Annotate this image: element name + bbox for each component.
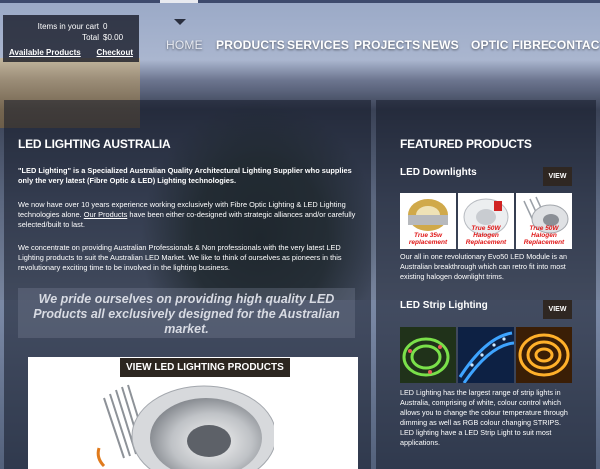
strip-lighting-description: LED Lighting has the largest range of st… xyxy=(400,388,568,447)
strip-lighting-view-button[interactable]: VIEW xyxy=(543,300,572,319)
cart-items-count: 0 xyxy=(103,22,108,31)
nav-active-arrow-icon xyxy=(174,19,186,25)
downlight-thumbnails: True 35w replacement True 50W Halogen Re… xyxy=(400,193,572,249)
downlight-thumb-2[interactable]: True 50W Halogen Replacement xyxy=(458,193,514,249)
view-led-products-button[interactable]: VIEW LED LIGHTING PRODUCTS xyxy=(120,358,290,377)
cart-items-label: Items in your cart xyxy=(37,22,99,31)
intro-paragraph-3: We concentrate on providing Australian P… xyxy=(18,243,342,272)
nav-item-services[interactable]: SERVICES xyxy=(287,38,349,52)
intro-paragraph-2: We now have over 10 years experience wor… xyxy=(18,200,358,230)
strip-thumb-blue[interactable] xyxy=(458,327,514,383)
green-strip-image xyxy=(400,327,456,383)
strip-thumbnails xyxy=(400,327,572,383)
downlight-caption-2: True 50W Halogen Replacement xyxy=(465,225,507,246)
downlight-thumb-3[interactable]: True 50W Halogen Replacement xyxy=(516,193,572,249)
main-nav: HOME PRODUCTS SERVICES PROJECTS NEWS OPT… xyxy=(0,38,600,56)
downlights-description: Our all in one revolutionary Evo50 LED M… xyxy=(400,252,568,281)
featured-products-title: FEATURED PRODUCTS xyxy=(400,137,532,151)
intro-panel: LED LIGHTING AUSTRALIA "LED Lighting" is… xyxy=(4,100,371,469)
downlights-title: LED Downlights xyxy=(400,167,477,178)
pride-quote: We pride ourselves on providing high qua… xyxy=(18,288,355,338)
nav-item-contact[interactable]: CONTACT xyxy=(548,38,600,52)
nav-item-optic-fibre[interactable]: OPTIC FIBRE xyxy=(471,38,549,52)
downlight-product-image xyxy=(96,384,274,469)
strip-thumb-green[interactable] xyxy=(400,327,456,383)
amber-strip-image xyxy=(516,327,572,383)
intro-paragraph-1: "LED Lighting" is a Specialized Australi… xyxy=(18,166,352,185)
strip-lighting-title: LED Strip Lighting xyxy=(400,300,488,311)
intro-title: LED LIGHTING AUSTRALIA xyxy=(18,137,171,151)
nav-item-projects[interactable]: PROJECTS xyxy=(354,38,420,52)
downlight-caption-1: True 35w replacement xyxy=(408,232,448,246)
our-products-link[interactable]: Our Products xyxy=(84,210,128,219)
downlight-thumb-1[interactable]: True 35w replacement xyxy=(400,193,456,249)
nav-active-marker xyxy=(160,0,198,3)
nav-item-home[interactable]: HOME xyxy=(166,38,203,52)
blue-strip-image xyxy=(458,327,514,383)
downlights-view-button[interactable]: VIEW xyxy=(543,167,572,186)
strip-thumb-amber[interactable] xyxy=(516,327,572,383)
cart-items-row: Items in your cart 0 xyxy=(9,21,133,32)
nav-item-news[interactable]: NEWS xyxy=(422,38,459,52)
nav-item-products[interactable]: PRODUCTS xyxy=(216,38,285,52)
top-accent-bar xyxy=(0,0,600,3)
featured-products-panel: FEATURED PRODUCTS LED Downlights VIEW Tr… xyxy=(376,100,596,469)
downlight-caption-3: True 50W Halogen Replacement xyxy=(523,225,565,246)
